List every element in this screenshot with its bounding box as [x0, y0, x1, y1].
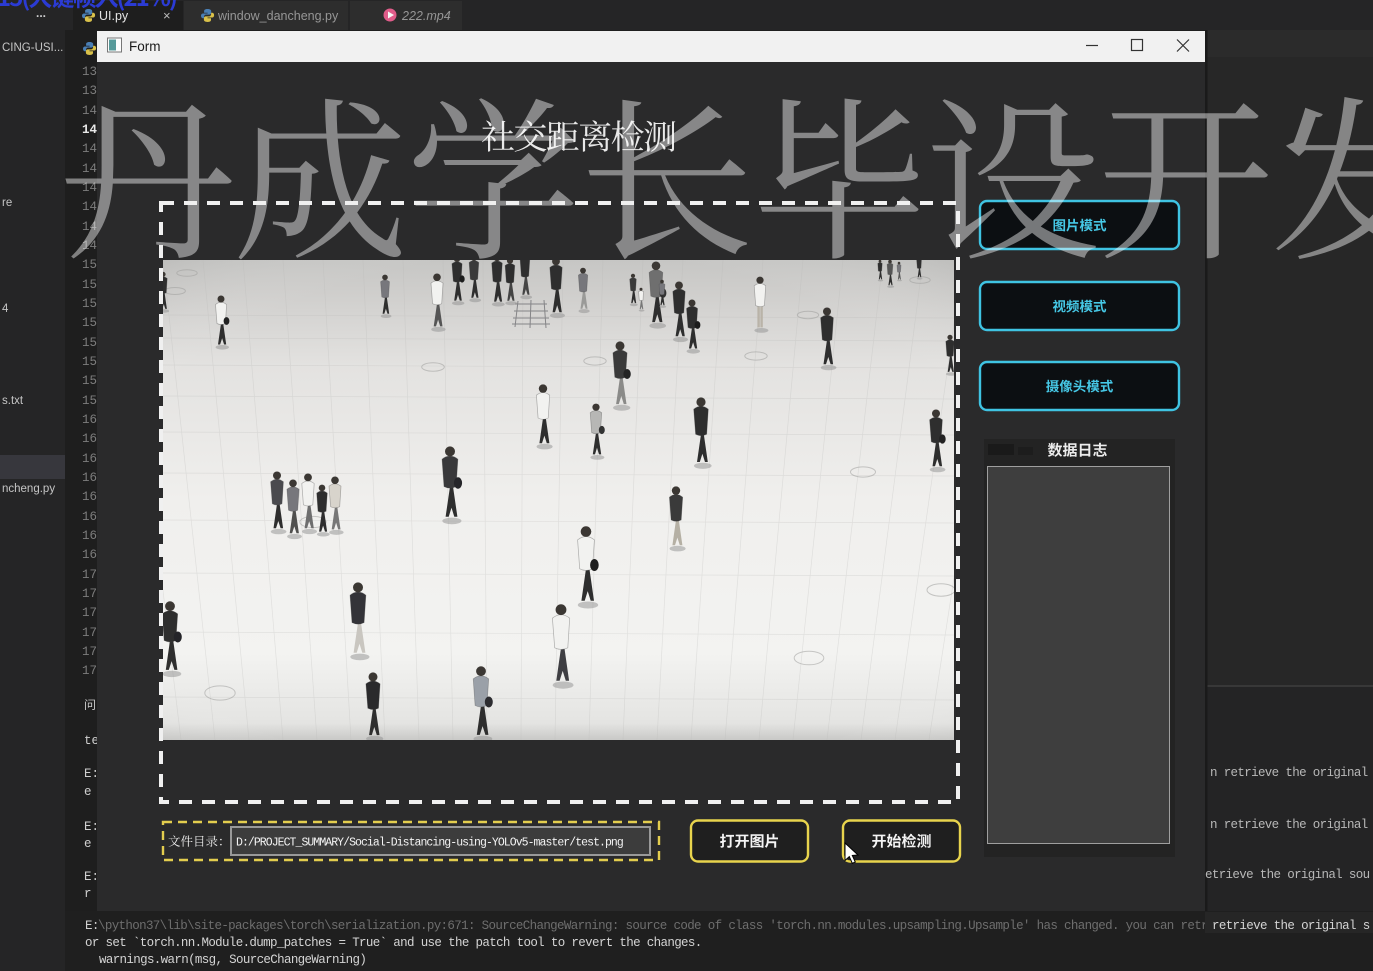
svg-text:n retrieve the original: n retrieve the original: [1210, 766, 1368, 780]
svg-text:window_dancheng.py: window_dancheng.py: [217, 9, 339, 23]
svg-text:16: 16: [82, 490, 97, 504]
svg-text:s.txt: s.txt: [2, 395, 24, 407]
svg-text:14: 14: [82, 104, 97, 118]
svg-text:14: 14: [82, 200, 97, 214]
svg-text:14: 14: [82, 123, 98, 137]
svg-text:r: r: [84, 887, 92, 901]
svg-text:15: 15: [82, 355, 97, 369]
svg-text:15: 15: [82, 278, 97, 292]
svg-text:e: e: [84, 785, 92, 799]
svg-text:15: 15: [82, 258, 97, 272]
svg-text:×: ×: [163, 8, 171, 23]
svg-text:CING-USI...: CING-USI...: [2, 42, 63, 54]
svg-text:ncheng.py: ncheng.py: [2, 483, 55, 495]
svg-text:17: 17: [82, 626, 97, 640]
svg-text:16: 16: [82, 452, 97, 466]
svg-text:17: 17: [82, 587, 97, 601]
svg-text:UI.py: UI.py: [99, 9, 129, 23]
svg-text:14: 14: [82, 162, 97, 176]
svg-text:17: 17: [82, 664, 97, 678]
svg-text:14: 14: [82, 142, 97, 156]
svg-text:4: 4: [2, 303, 9, 315]
svg-text:13: 13: [82, 65, 97, 79]
svg-text:re: re: [2, 197, 12, 209]
svg-text:16: 16: [82, 413, 97, 427]
svg-text:E:: E:: [85, 919, 99, 933]
svg-text:16: 16: [82, 529, 97, 543]
svg-text:16: 16: [82, 432, 97, 446]
svg-text:16: 16: [82, 548, 97, 562]
svg-text:retrieve the original s: retrieve the original s: [1212, 919, 1370, 933]
svg-text:17: 17: [82, 645, 97, 659]
svg-text:16: 16: [82, 471, 97, 485]
svg-text:D:/PROJECT_SUMMARY/Social-Dist: D:/PROJECT_SUMMARY/Social-Distancing-usi…: [236, 837, 623, 850]
svg-text:15: 15: [82, 374, 97, 388]
svg-text:E:: E:: [84, 767, 99, 781]
svg-text:e: e: [84, 837, 92, 851]
svg-text:etrieve the original sou: etrieve the original sou: [1205, 868, 1370, 882]
svg-text:or set `torch.nn.Module.dump_p: or set `torch.nn.Module.dump_patches = T…: [85, 936, 702, 950]
svg-text:Form: Form: [129, 39, 161, 54]
svg-text:16: 16: [82, 510, 97, 524]
svg-text:17: 17: [82, 606, 97, 620]
svg-text:\python37\lib\site-packages\to: \python37\lib\site-packages\torch\serial…: [98, 919, 1338, 933]
svg-text:17: 17: [82, 568, 97, 582]
svg-text:15: 15: [82, 394, 97, 408]
svg-text:E:: E:: [84, 820, 99, 834]
svg-text:15: 15: [82, 336, 97, 350]
svg-text:E:: E:: [84, 870, 99, 884]
svg-text:13: 13: [82, 84, 97, 98]
svg-text:15: 15: [82, 316, 97, 330]
svg-text:...: ...: [36, 6, 46, 20]
svg-text:15: 15: [82, 297, 97, 311]
svg-text:n retrieve the original: n retrieve the original: [1210, 818, 1368, 832]
svg-text:222.mp4: 222.mp4: [401, 9, 451, 23]
svg-text:te: te: [84, 734, 99, 748]
svg-text:warnings.warn(msg, SourceChang: warnings.warn(msg, SourceChangeWarning): [99, 953, 366, 967]
